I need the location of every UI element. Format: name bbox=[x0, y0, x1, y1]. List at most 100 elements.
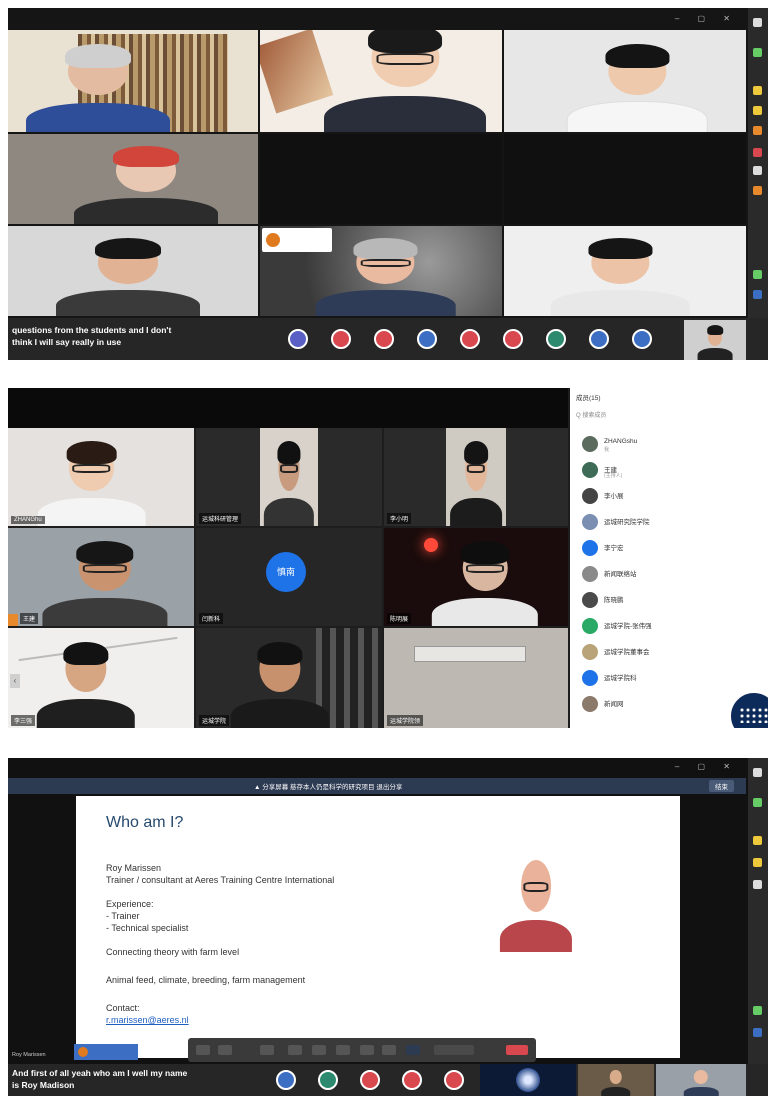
toolbar-icon[interactable] bbox=[753, 1006, 762, 1015]
participant-name-tag: ZHANGhu bbox=[11, 516, 45, 524]
screenshot-1-meeting-grid: – ▢ ✕ questions from the students and I … bbox=[8, 8, 768, 360]
member-list-item[interactable]: 运城学院-张伟强 bbox=[582, 618, 762, 636]
toolbar-icon[interactable] bbox=[753, 186, 762, 195]
video-tile-3[interactable]: 李小明 bbox=[384, 428, 568, 526]
expand-icon[interactable]: ‹ bbox=[10, 674, 20, 688]
member-list-item[interactable]: 陈晓鹏 bbox=[582, 592, 762, 610]
member-list-item[interactable]: 运城学院科 bbox=[582, 670, 762, 688]
participant-thumbnail[interactable] bbox=[656, 1064, 746, 1096]
video-button[interactable] bbox=[260, 1045, 274, 1055]
participant-avatar[interactable] bbox=[276, 1070, 296, 1090]
video-tile-2[interactable]: 运城科研管理 bbox=[196, 428, 382, 526]
video-tile-9[interactable]: 运城学院领 bbox=[384, 628, 568, 728]
self-view-thumbnail[interactable] bbox=[684, 320, 746, 360]
slide-contact-email[interactable]: r.marissen@aeres.nl bbox=[106, 1014, 189, 1026]
participant-thumbnail[interactable] bbox=[480, 1064, 576, 1096]
window-controls[interactable]: – ▢ ✕ bbox=[675, 762, 738, 771]
leave-meeting-button[interactable] bbox=[506, 1045, 528, 1055]
video-tile-1[interactable]: ZHANGhu bbox=[8, 428, 194, 526]
slide-experience-item: - Technical specialist bbox=[106, 923, 189, 933]
toolbar-icon[interactable] bbox=[753, 768, 762, 777]
toolbar-icon[interactable] bbox=[753, 166, 762, 175]
participant-video bbox=[23, 40, 173, 132]
participant-avatar[interactable] bbox=[402, 1070, 422, 1090]
member-list-item[interactable]: 李宁宏 bbox=[582, 540, 762, 558]
participant-avatar[interactable] bbox=[417, 329, 437, 349]
participants-button[interactable] bbox=[288, 1045, 302, 1055]
participant-avatar[interactable] bbox=[374, 329, 394, 349]
toolbar-icon[interactable] bbox=[753, 148, 762, 157]
meeting-control-bar bbox=[188, 1038, 536, 1062]
toolbar-icon[interactable] bbox=[753, 880, 762, 889]
member-list-item[interactable]: 新闻联络站 bbox=[582, 566, 762, 584]
member-list-item[interactable]: 王建 (主持人) bbox=[582, 462, 762, 480]
screen-share-active-button[interactable] bbox=[406, 1045, 420, 1055]
video-tile-2[interactable] bbox=[260, 30, 502, 132]
participant-name-tag: 运城学院领 bbox=[387, 715, 424, 726]
share-button[interactable] bbox=[312, 1045, 326, 1055]
video-tile-3[interactable] bbox=[504, 30, 746, 132]
participant-video bbox=[449, 438, 503, 526]
window-controls[interactable]: – ▢ ✕ bbox=[675, 14, 738, 23]
toolbar-icon[interactable] bbox=[753, 1028, 762, 1037]
toolbar-icon[interactable] bbox=[753, 106, 762, 115]
member-list-item[interactable]: 李小展 bbox=[582, 488, 762, 506]
slide-line-2: Animal feed, climate, breeding, farm man… bbox=[106, 975, 306, 985]
member-avatar bbox=[582, 670, 598, 686]
toolbar-icon[interactable] bbox=[753, 270, 762, 279]
video-tile-7[interactable] bbox=[8, 226, 258, 316]
slide-contact-label: Contact: bbox=[106, 1003, 140, 1013]
member-avatar bbox=[582, 540, 598, 556]
participant-avatar[interactable] bbox=[632, 329, 652, 349]
toolbar-icon[interactable] bbox=[753, 858, 762, 867]
video-tile-1[interactable] bbox=[8, 30, 258, 132]
video-tile-5-off[interactable] bbox=[260, 134, 502, 224]
mic-button[interactable] bbox=[196, 1045, 210, 1055]
video-tile-7[interactable]: ‹ 李三强 bbox=[8, 628, 194, 728]
participant-name-tag: 王建 bbox=[20, 613, 39, 624]
participant-avatar[interactable] bbox=[460, 329, 480, 349]
toolbar-icon[interactable] bbox=[753, 48, 762, 57]
member-list-item[interactable]: 运城学院董事会 bbox=[582, 644, 762, 662]
video-tile-6-off[interactable] bbox=[504, 134, 746, 224]
participant-avatar[interactable] bbox=[546, 329, 566, 349]
participant-avatar[interactable] bbox=[360, 1070, 380, 1090]
participant-avatar[interactable] bbox=[503, 329, 523, 349]
toolbar-icon[interactable] bbox=[753, 290, 762, 299]
participant-thumbnail[interactable] bbox=[578, 1064, 654, 1096]
video-tile-5-avatar[interactable]: 慎南 闫新科 bbox=[196, 528, 382, 626]
participant-avatar[interactable] bbox=[444, 1070, 464, 1090]
slide-name: Roy Marissen bbox=[106, 863, 162, 873]
slide-title: Who am I? bbox=[106, 814, 184, 831]
slide-role: Trainer / consultant at Aeres Training C… bbox=[106, 875, 335, 885]
chat-button[interactable] bbox=[336, 1045, 350, 1055]
member-search-input[interactable]: Q 搜索成员 bbox=[576, 410, 606, 419]
more-button[interactable] bbox=[434, 1045, 474, 1055]
toolbar-icon[interactable] bbox=[753, 18, 762, 27]
end-share-button[interactable]: 结束 bbox=[709, 780, 734, 792]
participant-video bbox=[263, 438, 315, 526]
participant-name-tag: 运城科研管理 bbox=[199, 513, 242, 524]
video-tile-4[interactable]: 王建 bbox=[8, 528, 194, 626]
member-list-item[interactable]: 运城研究院学院 bbox=[582, 514, 762, 532]
toolbar-icon[interactable] bbox=[753, 126, 762, 135]
video-tile-8[interactable] bbox=[260, 226, 502, 316]
participant-avatar[interactable] bbox=[288, 329, 308, 349]
video-tile-9[interactable] bbox=[504, 226, 746, 316]
member-list-item[interactable]: ZHANGshu 我 bbox=[582, 436, 762, 454]
participant-avatar[interactable] bbox=[318, 1070, 338, 1090]
participant-avatar[interactable] bbox=[589, 329, 609, 349]
participant-video bbox=[565, 40, 710, 132]
camera-button[interactable] bbox=[218, 1045, 232, 1055]
toolbar-icon[interactable] bbox=[753, 86, 762, 95]
participant-avatar[interactable] bbox=[331, 329, 351, 349]
participant-name-tag: 陈明展 bbox=[387, 613, 412, 624]
video-tile-4[interactable] bbox=[8, 134, 258, 224]
member-name: 新闻网 bbox=[604, 701, 624, 708]
toolbar-icon[interactable] bbox=[753, 836, 762, 845]
video-tile-6[interactable]: 陈明展 bbox=[384, 528, 568, 626]
settings-button[interactable] bbox=[382, 1045, 396, 1055]
toolbar-icon[interactable] bbox=[753, 798, 762, 807]
record-button[interactable] bbox=[360, 1045, 374, 1055]
video-tile-8[interactable]: 运城学院 bbox=[196, 628, 382, 728]
